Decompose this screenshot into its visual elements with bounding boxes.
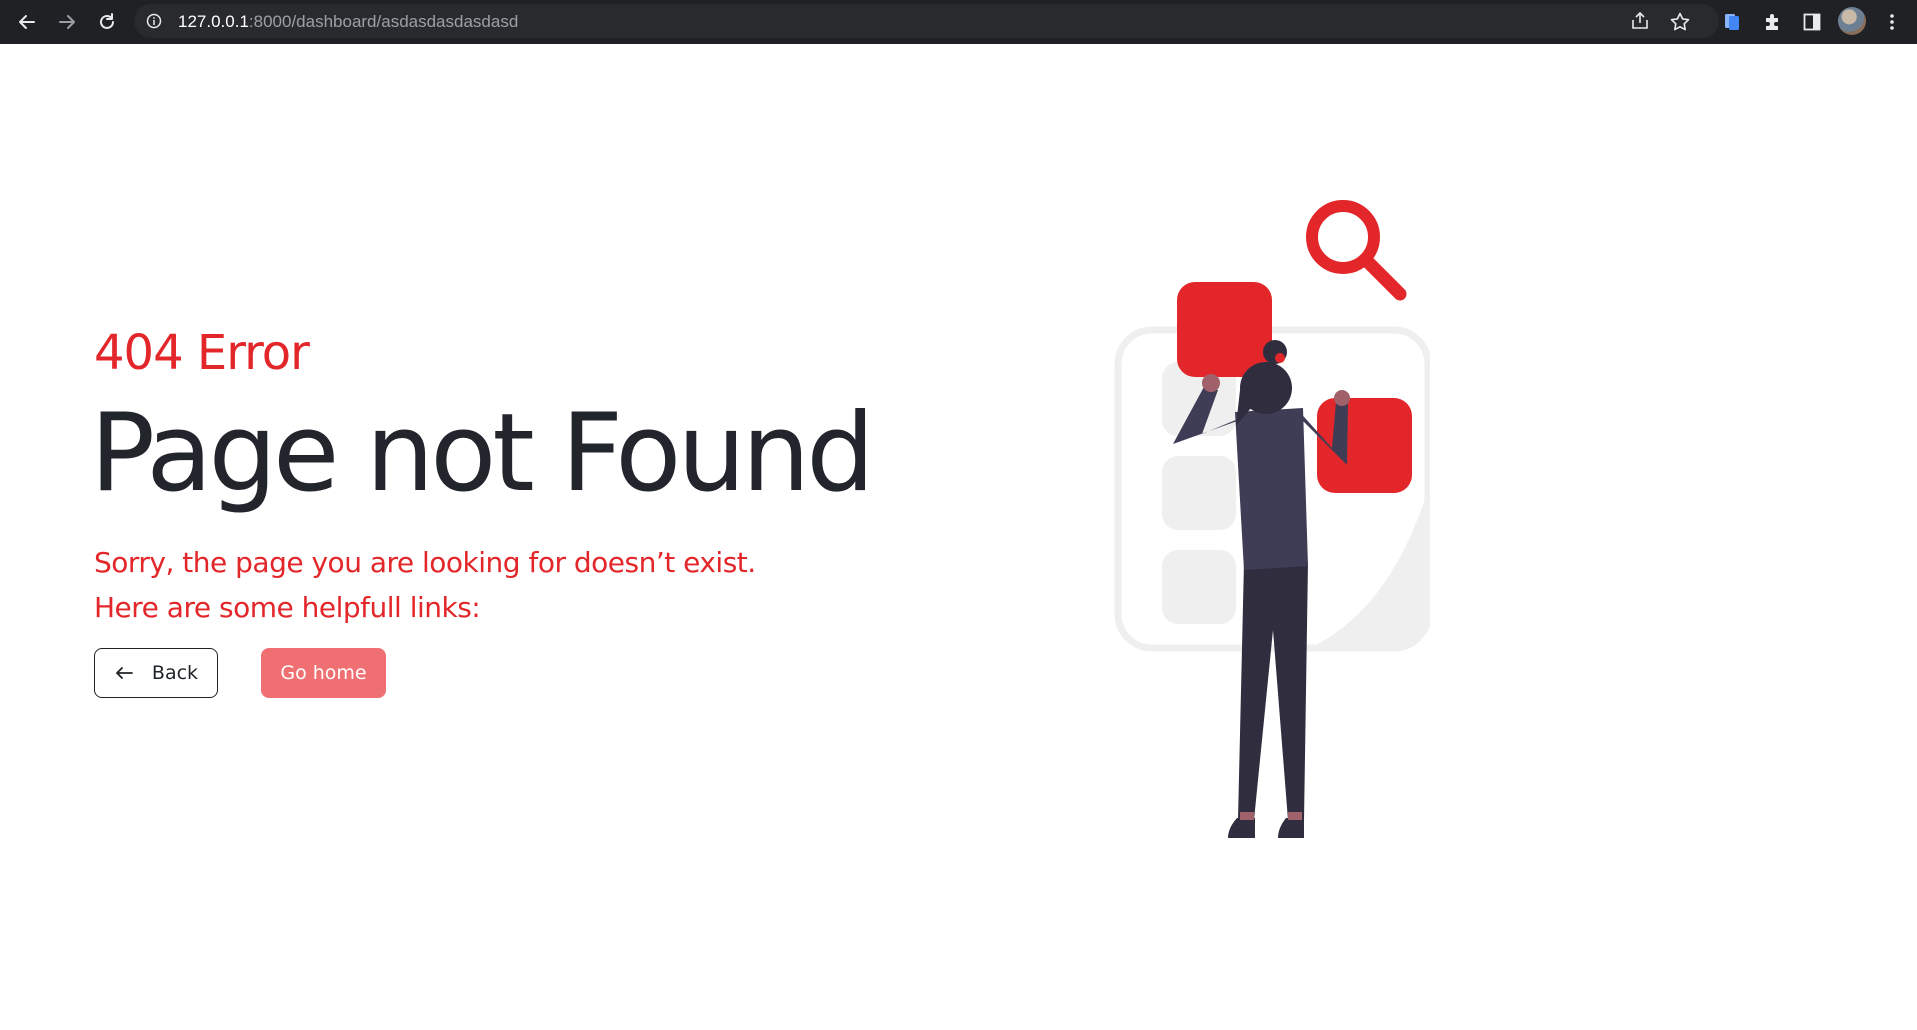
- side-panel-icon: [1803, 13, 1821, 31]
- go-home-button-label: Go home: [280, 662, 367, 684]
- url-text: 127.0.0.1:8000/dashboard/asdasdasdasdasd: [178, 12, 518, 32]
- error-code: 404 Error: [94, 325, 310, 381]
- kebab-menu-icon: [1890, 14, 1894, 30]
- browser-toolbar: 127.0.0.1:8000/dashboard/asdasdasdasdasd: [0, 0, 1917, 44]
- profile-avatar[interactable]: [1838, 7, 1866, 35]
- browser-back-button[interactable]: [12, 7, 42, 37]
- browser-forward-button[interactable]: [52, 7, 82, 37]
- url-path: :8000/dashboard/asdasdasdasdasd: [248, 12, 519, 31]
- extensions-button[interactable]: [1757, 7, 1787, 37]
- url-host: 127.0.0.1: [178, 12, 249, 31]
- arrow-left-icon: [116, 667, 133, 679]
- document-icon: [1725, 14, 1739, 30]
- page-title: Page not Found: [90, 391, 875, 516]
- reload-icon: [100, 13, 114, 29]
- back-button[interactable]: Back: [94, 648, 218, 698]
- go-home-button[interactable]: Go home: [261, 648, 386, 698]
- browser-reload-button[interactable]: [92, 7, 122, 37]
- grey-tile: [1162, 550, 1236, 624]
- side-panel-button[interactable]: [1797, 7, 1827, 37]
- grey-tile: [1162, 456, 1236, 530]
- address-bar[interactable]: 127.0.0.1:8000/dashboard/asdasdasdasdasd: [134, 4, 1719, 38]
- info-icon[interactable]: [146, 13, 162, 29]
- puzzle-icon: [1766, 14, 1778, 30]
- arrow-left-icon: [19, 15, 35, 29]
- error-message-line-2: Here are some helpfull links:: [94, 591, 481, 624]
- arrow-right-icon: [59, 15, 75, 29]
- not-found-illustration: [1114, 200, 1430, 838]
- error-message-line-1: Sorry, the page you are looking for does…: [94, 546, 756, 579]
- star-icon[interactable]: [1670, 12, 1690, 31]
- back-button-label: Back: [151, 662, 199, 684]
- share-icon[interactable]: [1630, 12, 1650, 30]
- board-shadow: [1310, 490, 1428, 648]
- red-tile: [1177, 282, 1272, 377]
- browser-menu-button[interactable]: [1877, 7, 1907, 37]
- extension-docs-button[interactable]: [1717, 7, 1747, 37]
- red-tile: [1317, 398, 1412, 493]
- magnifier-icon: [1306, 200, 1407, 301]
- error-message: Sorry, the page you are looking for does…: [94, 540, 756, 630]
